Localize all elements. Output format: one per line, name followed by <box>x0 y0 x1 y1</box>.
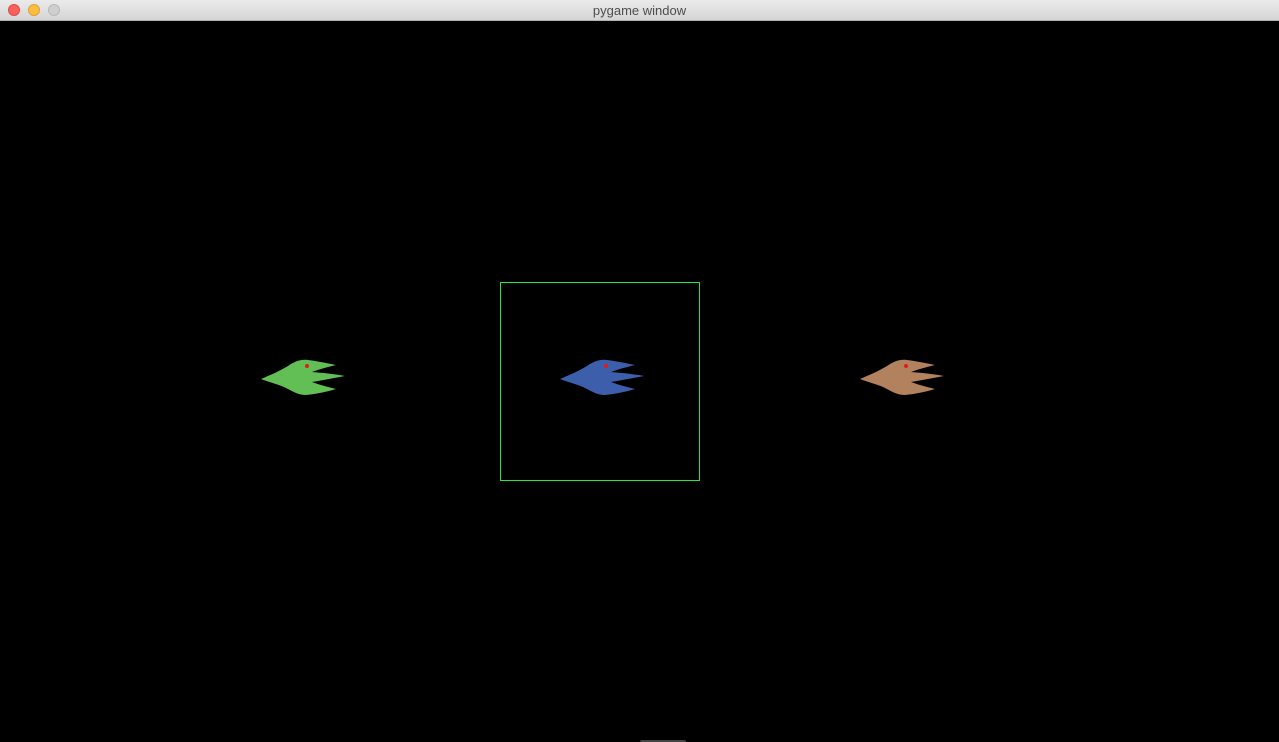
ship-tan[interactable] <box>857 354 947 404</box>
ship-blue[interactable] <box>557 354 647 404</box>
ship-tan-icon <box>860 359 944 395</box>
ship-blue-icon <box>560 359 644 395</box>
window-title: pygame window <box>592 3 687 18</box>
game-canvas[interactable] <box>0 21 1279 742</box>
pygame-window: pygame window <box>0 0 1279 742</box>
ship-green-icon <box>261 359 345 395</box>
title-bar[interactable]: pygame window <box>0 0 1279 21</box>
ship-green[interactable] <box>258 354 348 404</box>
